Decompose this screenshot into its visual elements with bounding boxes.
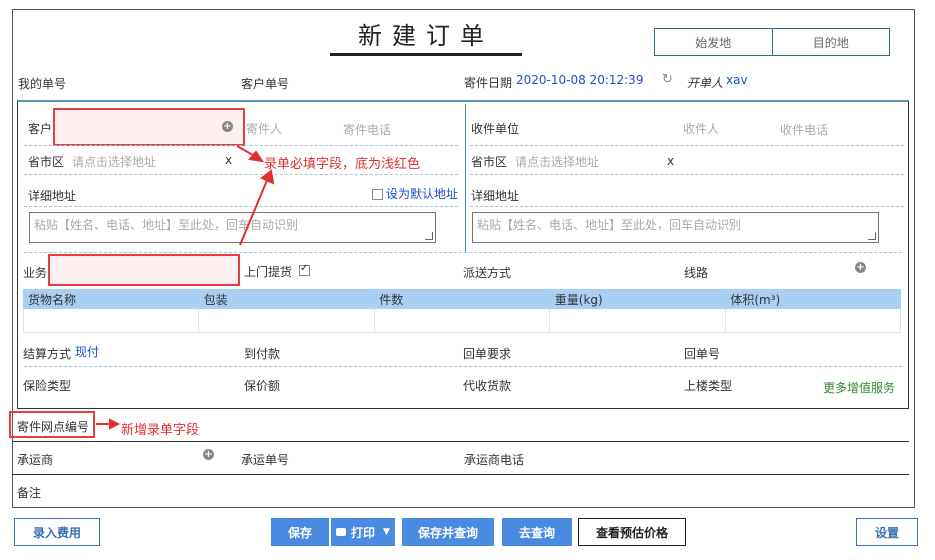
- print-button[interactable]: 打印 ▼: [331, 518, 395, 546]
- enter-fee-button[interactable]: 录入费用: [14, 518, 100, 546]
- save-and-query-button[interactable]: 保存并查询: [402, 518, 494, 546]
- print-label: 打印: [351, 525, 376, 540]
- settings-button[interactable]: 设置: [856, 518, 918, 546]
- chat-icon: [336, 528, 346, 536]
- annotation-arrows: [96, 145, 275, 430]
- chevron-down-icon[interactable]: ▼: [383, 527, 390, 537]
- go-query-button[interactable]: 去查询: [502, 518, 572, 546]
- arrow-head: [260, 169, 275, 185]
- view-estimate-button[interactable]: 查看预估价格: [578, 518, 686, 546]
- arrow-head: [109, 418, 121, 430]
- arrow-to-business-type: [239, 177, 269, 246]
- save-button[interactable]: 保存: [271, 518, 329, 546]
